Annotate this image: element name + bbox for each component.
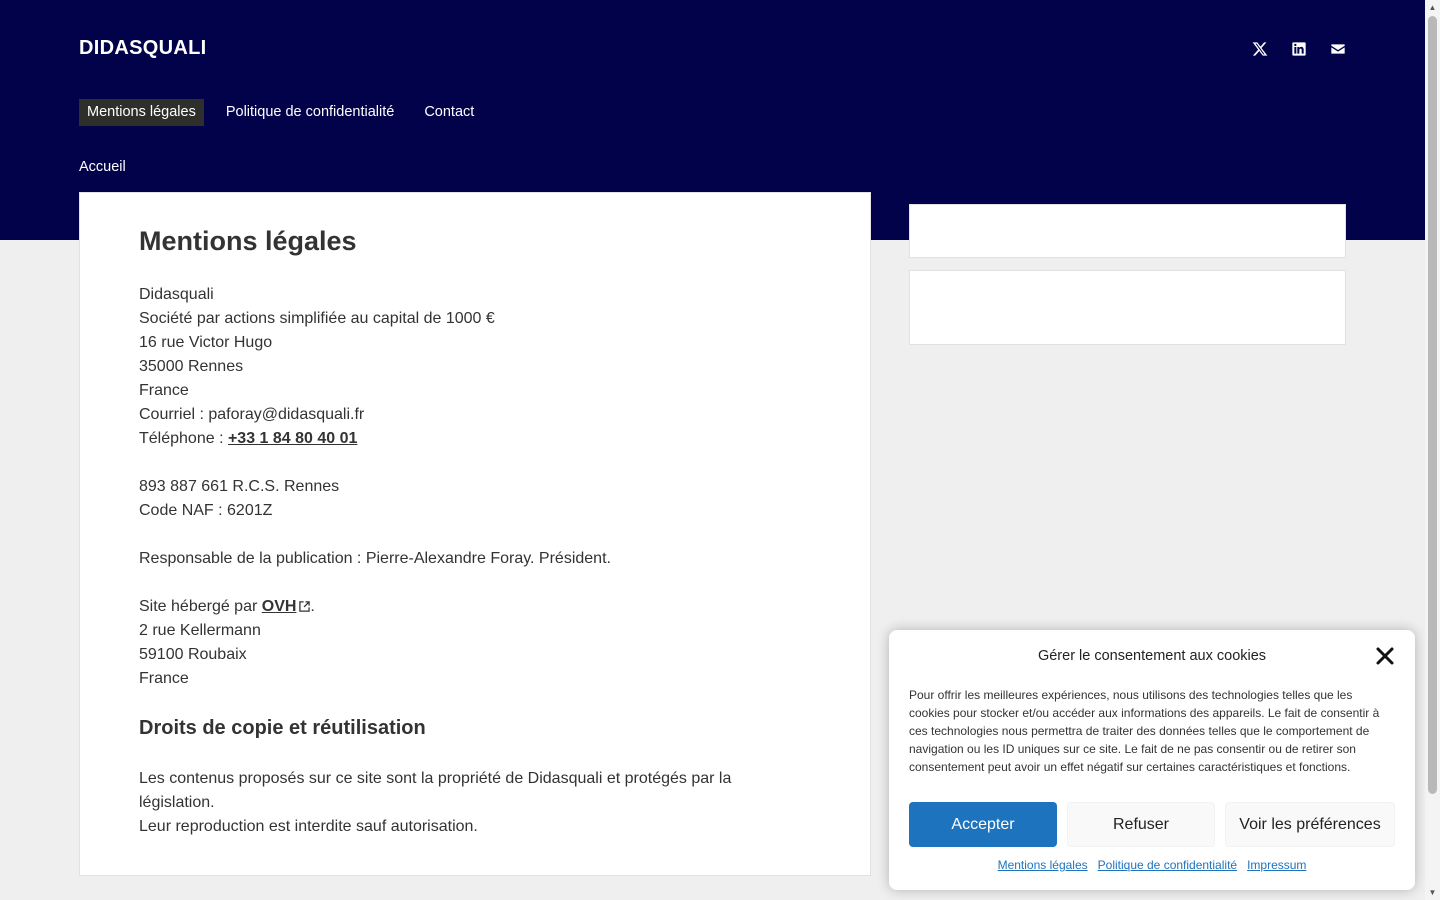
publication-responsible: Responsable de la publication : Pierre-A… — [139, 550, 611, 567]
host-country: France — [139, 670, 189, 687]
cookie-title: Gérer le consentement aux cookies — [1037, 648, 1267, 664]
scrollbar-thumb[interactable] — [1428, 16, 1437, 794]
company-phone-line: Téléphone : +33 1 84 80 40 01 — [139, 427, 811, 451]
company-rcs: 893 887 661 R.C.S. Rennes — [139, 478, 340, 495]
main-nav: Mentions légales Politique de confidenti… — [79, 99, 496, 126]
main-content: Mentions légales Didasquali Société par … — [79, 192, 871, 876]
sidebar-widget — [909, 270, 1346, 345]
rights-text-2: Leur reproduction est interdite sauf aut… — [139, 818, 478, 835]
cookie-link-mentions-legales[interactable]: Mentions légales — [998, 858, 1088, 872]
cookie-links: Mentions légales Politique de confidenti… — [889, 858, 1415, 872]
close-icon[interactable] — [1375, 646, 1395, 666]
host-name: OVH — [261, 598, 297, 615]
external-link-icon — [299, 601, 311, 612]
accept-button[interactable]: Accepter — [909, 802, 1057, 847]
refuse-button[interactable]: Refuser — [1067, 802, 1215, 847]
nav-item-politique-confidentialite[interactable]: Politique de confidentialité — [218, 99, 402, 126]
phone-label: Téléphone : — [139, 430, 228, 447]
host-link[interactable]: OVH — [262, 598, 311, 615]
scrollbar[interactable]: ▲ ▼ — [1425, 0, 1440, 900]
page-title: Mentions légales — [139, 226, 357, 256]
x-icon[interactable] — [1250, 39, 1270, 59]
company-city: 35000 Rennes — [139, 358, 244, 375]
section-title-copyright: Droits de copie et réutilisation — [139, 717, 426, 739]
cookie-consent-dialog: Gérer le consentement aux cookies Pour o… — [889, 630, 1415, 890]
company-email: Courriel : paforay@didasquali.fr — [139, 406, 365, 423]
company-name: Didasquali — [139, 286, 214, 303]
sidebar-widget — [909, 204, 1346, 258]
scroll-up-icon[interactable]: ▲ — [1428, 3, 1437, 12]
cookie-link-politique-confidentialite[interactable]: Politique de confidentialité — [1098, 858, 1237, 872]
scroll-down-icon[interactable]: ▼ — [1428, 888, 1437, 897]
host-street: 2 rue Kellermann — [139, 622, 261, 639]
host-suffix: . — [310, 598, 315, 615]
company-street: 16 rue Victor Hugo — [139, 334, 273, 351]
preferences-button[interactable]: Voir les préférences — [1225, 802, 1395, 847]
linkedin-icon[interactable] — [1289, 39, 1309, 59]
breadcrumb[interactable]: Accueil — [79, 159, 126, 175]
host-city: 59100 Roubaix — [139, 646, 247, 663]
phone-link[interactable]: +33 1 84 80 40 01 — [228, 430, 357, 447]
site-logo[interactable]: DIDASQUALI — [79, 37, 206, 60]
nav-item-contact[interactable]: Contact — [416, 99, 482, 126]
nav-item-mentions-legales[interactable]: Mentions légales — [79, 99, 204, 126]
company-naf: Code NAF : 6201Z — [139, 502, 273, 519]
company-country: France — [139, 382, 189, 399]
email-icon[interactable] — [1328, 39, 1348, 59]
host-label: Site hébergé par — [139, 598, 262, 615]
company-type: Société par actions simplifiée au capita… — [139, 310, 495, 327]
cookie-link-impressum[interactable]: Impressum — [1247, 858, 1306, 872]
host-line: Site hébergé par OVH. — [139, 595, 811, 619]
cookie-description: Pour offrir les meilleures expériences, … — [909, 688, 1380, 774]
rights-text-1: Les contenus proposés sur ce site sont l… — [139, 770, 732, 811]
